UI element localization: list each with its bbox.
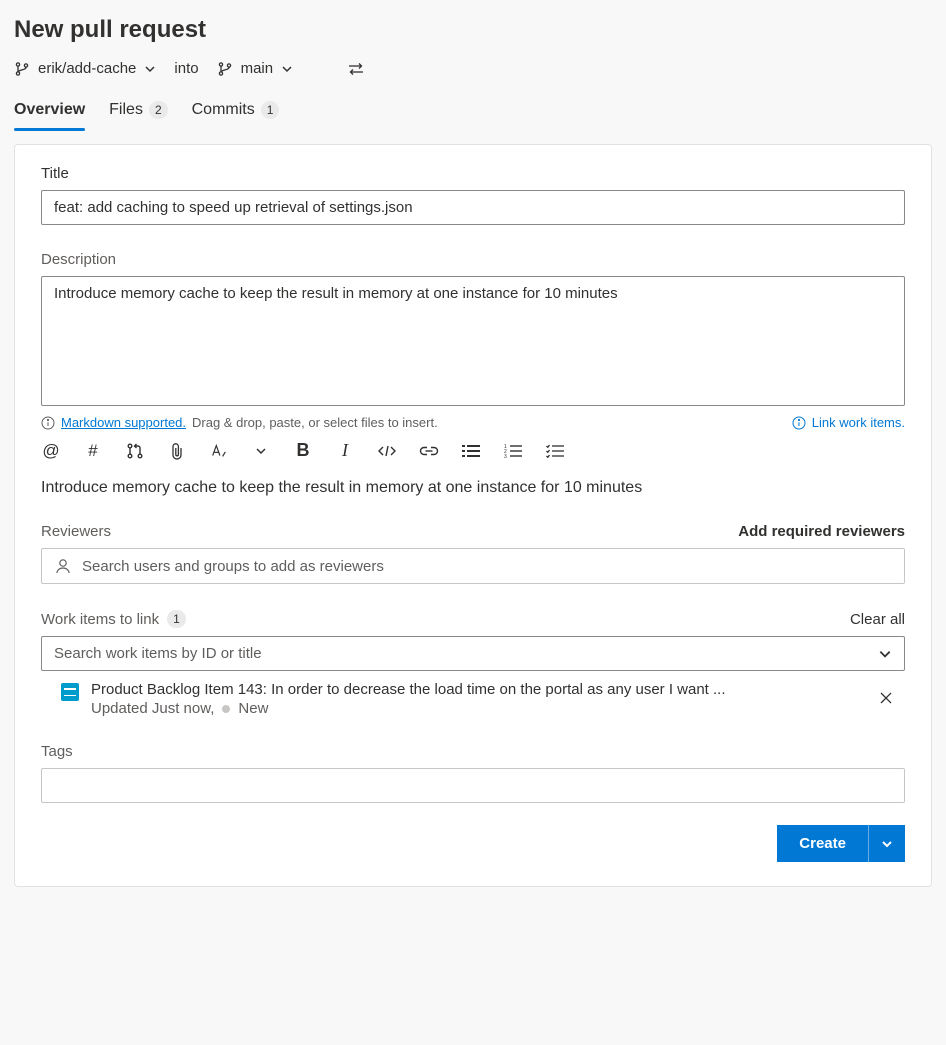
checklist-button[interactable] [545, 444, 565, 458]
link-work-items-label: Link work items. [812, 415, 905, 430]
svg-text:3: 3 [504, 454, 507, 458]
code-icon [377, 443, 397, 459]
work-item-updated: Updated Just now, [91, 700, 214, 717]
bullet-list-button[interactable] [461, 444, 481, 458]
person-icon [54, 557, 72, 575]
italic-button[interactable]: I [335, 440, 355, 461]
link-work-items-button[interactable]: Link work items. [792, 415, 905, 430]
markdown-supported-link[interactable]: Markdown supported. [61, 415, 186, 430]
text-format-button[interactable] [209, 442, 229, 460]
swap-icon [347, 61, 365, 77]
description-label: Description [41, 251, 905, 268]
work-item-type-icon [61, 683, 79, 701]
attach-button[interactable] [167, 442, 187, 460]
code-button[interactable] [377, 443, 397, 459]
tags-input[interactable] [41, 768, 905, 803]
work-item-title: Product Backlog Item 143: In order to de… [91, 681, 861, 698]
create-button[interactable]: Create [777, 825, 868, 862]
work-items-count-badge: 1 [167, 610, 186, 628]
chevron-down-icon [881, 838, 893, 850]
close-icon [879, 691, 893, 705]
add-required-reviewers-button[interactable]: Add required reviewers [738, 523, 905, 540]
create-dropdown-button[interactable] [868, 825, 905, 862]
description-preview: Introduce memory cache to keep the resul… [41, 479, 905, 497]
chevron-down-icon [281, 63, 293, 75]
state-dot-icon [222, 705, 230, 713]
page-title: New pull request [14, 16, 932, 44]
chevron-down-icon [255, 445, 267, 457]
work-items-search-input[interactable]: Search work items by ID or title [41, 636, 905, 671]
chevron-down-icon [878, 647, 892, 661]
target-branch-picker[interactable]: main [217, 60, 294, 77]
tab-label: Commits [192, 101, 255, 119]
info-icon [792, 416, 806, 430]
hash-button[interactable]: # [83, 441, 103, 461]
chevron-down-icon [144, 63, 156, 75]
tab-label: Files [109, 101, 143, 119]
remove-work-item-button[interactable] [873, 685, 899, 711]
work-items-placeholder: Search work items by ID or title [54, 645, 262, 662]
text-format-icon [210, 442, 228, 460]
tab-overview[interactable]: Overview [14, 95, 85, 131]
commits-count-badge: 1 [261, 101, 280, 119]
branch-icon [14, 61, 30, 77]
pull-request-button[interactable] [125, 442, 145, 460]
link-icon [419, 444, 439, 458]
info-icon [41, 416, 55, 430]
mention-button[interactable]: @ [41, 441, 61, 461]
linked-work-item[interactable]: Product Backlog Item 143: In order to de… [41, 671, 905, 717]
link-button[interactable] [419, 444, 439, 458]
format-expand-button[interactable] [251, 445, 271, 457]
description-textarea[interactable] [41, 276, 905, 406]
branch-icon [217, 61, 233, 77]
title-label: Title [41, 165, 905, 182]
into-label: into [174, 60, 198, 77]
clear-all-button[interactable]: Clear all [850, 611, 905, 628]
numbered-list-button[interactable]: 123 [503, 444, 523, 458]
reviewers-search-input[interactable]: Search users and groups to add as review… [41, 548, 905, 584]
title-input[interactable] [41, 190, 905, 225]
target-branch-name: main [241, 60, 274, 77]
tab-files[interactable]: Files 2 [109, 95, 167, 131]
numbered-list-icon: 123 [504, 444, 522, 458]
tags-label: Tags [41, 743, 905, 760]
work-items-label: Work items to link [41, 611, 159, 628]
tab-label: Overview [14, 101, 85, 119]
swap-branches-button[interactable] [347, 61, 365, 77]
paperclip-icon [169, 442, 185, 460]
work-item-state: New [238, 700, 268, 717]
bullet-list-icon [462, 444, 480, 458]
files-count-badge: 2 [149, 101, 168, 119]
reviewers-placeholder: Search users and groups to add as review… [82, 558, 384, 575]
reviewers-label: Reviewers [41, 523, 111, 540]
drag-drop-hint: Drag & drop, paste, or select files to i… [192, 415, 438, 430]
source-branch-name: erik/add-cache [38, 60, 136, 77]
pull-request-icon [126, 442, 144, 460]
bold-button[interactable]: B [293, 440, 313, 461]
source-branch-picker[interactable]: erik/add-cache [14, 60, 156, 77]
checklist-icon [546, 444, 564, 458]
tab-commits[interactable]: Commits 1 [192, 95, 280, 131]
